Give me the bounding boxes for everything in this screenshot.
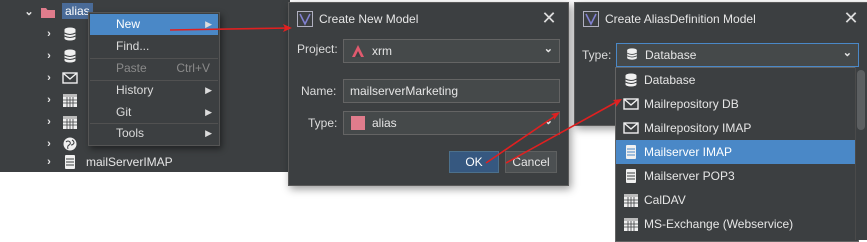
menu-item-find[interactable]: Find... (90, 36, 218, 57)
dialog-titlebar[interactable]: Create New Model ✕ (289, 3, 568, 35)
chevron-down-icon: ⌄ (842, 47, 852, 59)
project-select[interactable]: xrm ⌄ (343, 39, 560, 63)
dropdown-scrollbar-thumb[interactable] (857, 70, 865, 130)
option-ms-exchange[interactable]: MS-Exchange (Webservice) (616, 212, 858, 236)
chevron-right-icon[interactable]: › (42, 114, 56, 130)
tree-item-label: mailServerIMAP (86, 155, 173, 169)
name-input[interactable] (344, 80, 559, 102)
chevron-right-icon[interactable]: › (42, 70, 56, 86)
chevron-right-icon[interactable]: › (42, 92, 56, 108)
option-mailserver-imap[interactable]: Mailserver IMAP (616, 140, 858, 164)
database-icon (64, 27, 76, 41)
globe-icon (63, 137, 77, 151)
envelope-icon (623, 98, 639, 110)
chevron-right-icon[interactable]: › (42, 154, 56, 170)
menu-item-new[interactable]: New ▶ (90, 14, 218, 35)
folder-icon (41, 8, 55, 18)
option-database[interactable]: Database (616, 68, 858, 92)
submenu-arrow-icon: ▶ (205, 19, 212, 29)
app-logo-icon (583, 11, 599, 27)
database-icon (625, 73, 637, 87)
project-label: Project: (297, 42, 338, 56)
calendar-icon (624, 194, 638, 207)
alias-type-select[interactable]: Database ⌄ (616, 43, 859, 67)
tree-item-mailserver-imap[interactable]: › mailServerIMAP (0, 151, 290, 172)
chevron-down-icon[interactable]: ⌄ (22, 4, 36, 20)
submenu-arrow-icon: ▶ (205, 128, 212, 138)
envelope-icon (623, 122, 639, 134)
chevron-right-icon[interactable]: › (42, 48, 56, 64)
name-label: Name: (301, 84, 337, 98)
calendar-icon (63, 116, 77, 129)
alias-swatch-icon (351, 116, 365, 130)
chevron-down-icon: ⌄ (543, 43, 553, 55)
database-icon (64, 49, 76, 63)
calendar-icon (63, 94, 77, 107)
cancel-button[interactable]: Cancel (505, 151, 557, 173)
project-logo-icon (352, 45, 364, 57)
submenu-arrow-icon: ▶ (205, 107, 212, 117)
menu-item-paste[interactable]: Paste Ctrl+V (90, 58, 218, 79)
server-icon (65, 155, 75, 169)
submenu-arrow-icon: ▶ (205, 85, 212, 95)
menu-item-history[interactable]: History ▶ (90, 80, 218, 101)
database-icon (626, 48, 638, 60)
chevron-down-icon: ⌄ (543, 115, 553, 127)
menu-item-tools[interactable]: Tools ▶ (90, 123, 218, 144)
close-icon[interactable]: ✕ (842, 9, 860, 27)
option-mailrepository-imap[interactable]: Mailrepository IMAP (616, 116, 858, 140)
dialog-titlebar[interactable]: Create AliasDefinition Model ✕ (575, 3, 867, 35)
shortcut-label: Ctrl+V (176, 61, 210, 75)
alias-type-dropdown: Database Mailrepository DB Mailrepositor… (615, 67, 859, 242)
chevron-right-icon[interactable]: › (42, 136, 56, 152)
context-menu: New ▶ Find... Paste Ctrl+V History ▶ Git… (88, 12, 220, 146)
calendar-icon (624, 218, 638, 231)
option-mailserver-pop3[interactable]: Mailserver POP3 (616, 164, 858, 188)
server-icon (626, 169, 636, 183)
dialog-title: Create New Model (319, 12, 419, 26)
name-field[interactable] (343, 79, 560, 103)
app-logo-icon (297, 11, 313, 27)
create-model-dialog: Create New Model ✕ Project: xrm ⌄ Name: … (288, 2, 569, 186)
type-select[interactable]: alias ⌄ (343, 111, 560, 135)
type-label: Type: (308, 116, 338, 130)
option-mailrepository-db[interactable]: Mailrepository DB (616, 92, 858, 116)
chevron-right-icon[interactable]: › (42, 26, 56, 42)
ok-button[interactable]: OK (449, 151, 499, 173)
close-icon[interactable]: ✕ (540, 9, 558, 27)
menu-item-git[interactable]: Git ▶ (90, 102, 218, 123)
server-icon (626, 145, 636, 159)
envelope-icon (62, 72, 78, 84)
dialog-title: Create AliasDefinition Model (605, 12, 756, 26)
type-label: Type: (582, 48, 612, 62)
option-caldav[interactable]: CalDAV (616, 188, 858, 212)
